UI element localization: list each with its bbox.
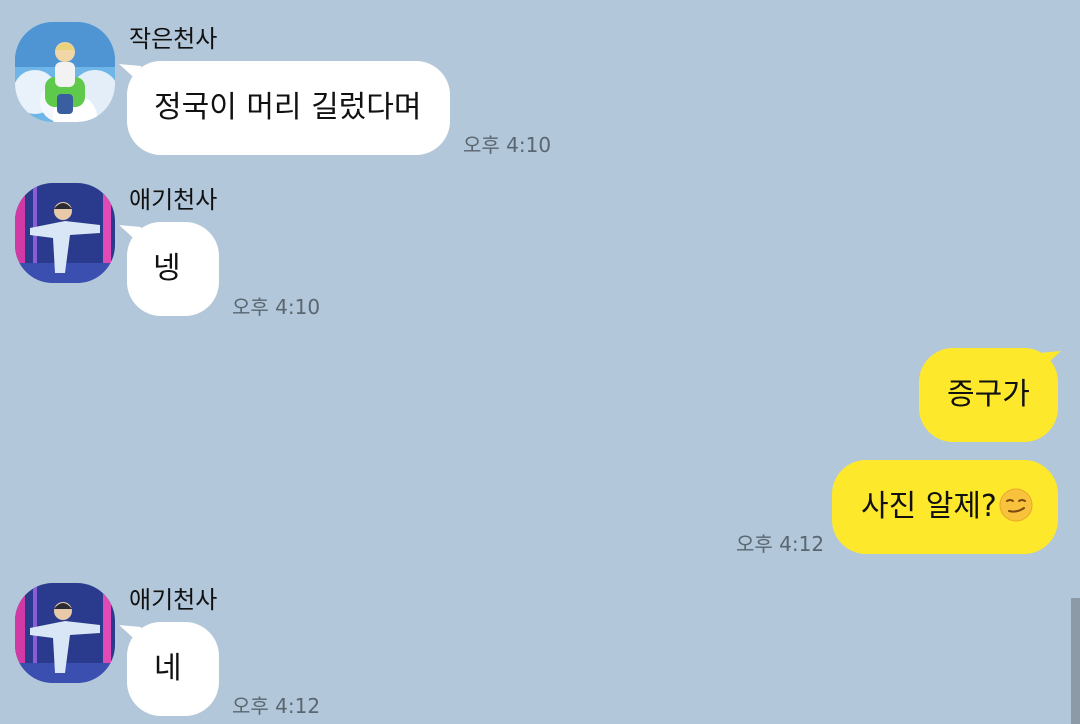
message-text: 증구가 (947, 377, 1030, 412)
sender-name: 애기천사 (129, 586, 218, 614)
message-bubble[interactable]: 넹 (127, 222, 219, 316)
avatar-stage-icon (15, 583, 115, 683)
message-time: 오후 4:10 (463, 133, 552, 157)
avatar[interactable] (15, 583, 115, 683)
sender-name: 작은천사 (129, 25, 218, 53)
message-text: 사진 알제? (861, 489, 997, 524)
message-text: 정국이 머리 길렀다며 (154, 90, 422, 125)
message-time: 오후 4:10 (232, 295, 321, 319)
message-bubble[interactable]: 사진 알제? (832, 460, 1058, 554)
message-time: 오후 4:12 (736, 532, 825, 556)
message-bubble[interactable]: 네 (127, 622, 219, 716)
avatar-sky-icon (15, 22, 115, 122)
message-text: 네 (154, 651, 182, 686)
chat-area: 작은천사 정국이 머리 길렀다며 오후 4:10 애기천사 넹 오후 4:10 … (0, 0, 1080, 724)
sender-name: 애기천사 (129, 186, 218, 214)
message-time: 오후 4:12 (232, 694, 321, 718)
smirking-face-icon (999, 488, 1033, 522)
avatar[interactable] (15, 22, 115, 122)
avatar[interactable] (15, 183, 115, 283)
message-bubble[interactable]: 증구가 (919, 348, 1058, 442)
scrollbar[interactable] (1071, 598, 1080, 724)
avatar-stage-icon (15, 183, 115, 283)
message-bubble[interactable]: 정국이 머리 길렀다며 (127, 61, 450, 155)
message-text: 넹 (153, 251, 181, 286)
